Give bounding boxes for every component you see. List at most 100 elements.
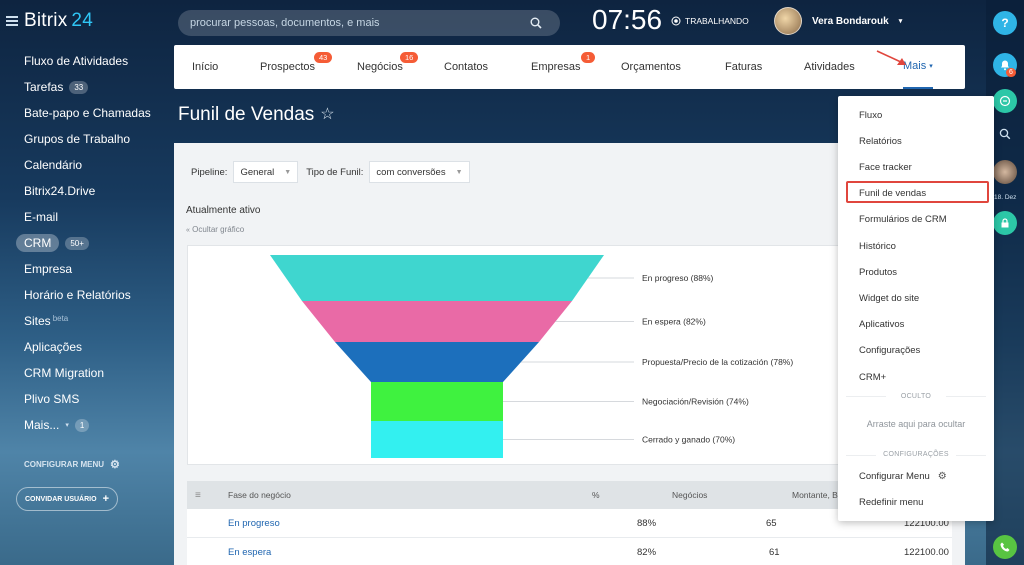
drag-to-hide-zone[interactable]: Arraste aqui para ocultar <box>838 419 994 429</box>
tab-negocios[interactable]: Negócios 16 <box>357 45 419 89</box>
sidebar-item-label: CRM <box>16 234 60 252</box>
sidebar-item-more[interactable]: Mais... ▾ 1 <box>24 412 151 438</box>
record-icon <box>671 16 681 26</box>
configure-menu-item[interactable]: Configurar Menu ⚙ <box>859 471 947 482</box>
tab-atividades[interactable]: Atividades <box>804 45 855 89</box>
sidebar-item-sites[interactable]: Sites beta <box>24 308 151 334</box>
global-search[interactable] <box>178 10 560 36</box>
sidebar-item-label: Calendário <box>24 158 83 172</box>
reset-menu-item[interactable]: Redefinir menu <box>859 497 923 508</box>
header-amount[interactable]: Montante, B <box>792 490 838 500</box>
funnel-stage-4 <box>371 382 503 421</box>
menu-item-sales-funnel[interactable]: Funil de vendas <box>859 188 926 199</box>
sidebar-item-email[interactable]: E-mail <box>24 204 151 230</box>
menu-item-crm-plus[interactable]: CRM+ <box>859 372 886 383</box>
funnel-type-value: com conversões <box>376 166 446 178</box>
tab-label: Orçamentos <box>621 61 681 73</box>
funnel-type-select[interactable]: com conversões ▼ <box>369 161 470 183</box>
more-dropdown-menu: Fluxo Relatórios Face tracker Funil de v… <box>838 96 994 521</box>
sidebar-item-workgroups[interactable]: Grupos de Trabalho <box>24 126 151 152</box>
row-percent: 88% <box>637 517 657 529</box>
tab-label: Prospectos <box>260 61 316 73</box>
menu-item-relatorios[interactable]: Relatórios <box>859 136 902 147</box>
sidebar-item-crm[interactable]: CRM 50+ <box>16 230 151 256</box>
funnel-stage-label: Cerrado y ganado (70%) <box>642 435 735 445</box>
help-icon[interactable]: ? <box>993 11 1017 35</box>
tab-inicio[interactable]: Início <box>192 45 218 89</box>
hamburger-menu-icon[interactable] <box>6 16 18 26</box>
pipeline-label: Pipeline: <box>191 166 228 178</box>
tab-empresas[interactable]: Empresas 1 <box>531 45 596 89</box>
header-stage[interactable]: Fase do negócio <box>228 490 291 500</box>
configure-menu-button[interactable]: CONFIGURAR MENU ⚙ <box>24 458 120 471</box>
menu-item-face-tracker[interactable]: Face tracker <box>859 162 912 173</box>
header-deals[interactable]: Negócios <box>672 490 707 500</box>
invite-user-button[interactable]: CONVIDAR USUÁRIO + <box>16 487 118 511</box>
menu-item-applications[interactable]: Aplicativos <box>859 319 904 330</box>
plus-icon: + <box>102 493 109 505</box>
column-settings-icon[interactable]: ≡ <box>195 490 201 501</box>
menu-item-crm-forms[interactable]: Formulários de CRM <box>859 214 947 225</box>
funnel-stage-5 <box>371 421 503 458</box>
tab-badge: 16 <box>400 52 419 63</box>
avatar <box>774 7 802 35</box>
stage-link[interactable]: En progreso <box>228 518 280 529</box>
clock[interactable]: 07:56 <box>592 4 662 36</box>
settings-section-label: CONFIGURAÇÕES <box>876 451 956 458</box>
sidebar-item-label: CRM Migration <box>24 366 105 380</box>
sidebar-item-tasks[interactable]: Tarefas 33 <box>24 74 151 100</box>
pipeline-select[interactable]: General ▼ <box>233 161 299 183</box>
user-name: Vera Bondarouk <box>812 15 889 27</box>
funnel-stage-1 <box>270 255 604 301</box>
funnel-stage-label: En espera (82%) <box>642 317 706 327</box>
lock-icon[interactable] <box>993 211 1017 235</box>
sidebar-item-time-reports[interactable]: Horário e Relatórios <box>24 282 151 308</box>
brand-logo[interactable]: Bitrix 24 <box>24 10 93 32</box>
funnel-chart-svg: En progreso (88%) En espera (82%) Propuest… <box>270 255 793 458</box>
tasks-count-badge: 33 <box>69 80 89 94</box>
star-icon[interactable]: ☆ <box>320 104 334 126</box>
brand-name: Bitrix <box>24 10 68 31</box>
tab-label: Contatos <box>444 61 489 73</box>
sidebar-item-plivo-sms[interactable]: Plivo SMS <box>24 386 151 412</box>
page-title-text: Funil de Vendas <box>178 104 315 125</box>
search-icon[interactable] <box>993 122 1017 146</box>
left-sidebar: Bitrix 24 Fluxo de Atividades Tarefas 33 B… <box>0 0 160 565</box>
contact-avatar[interactable] <box>993 160 1017 184</box>
user-menu[interactable]: Vera Bondarouk ▾ <box>774 7 902 35</box>
funnel-stage-2 <box>302 301 572 342</box>
tab-prospectos[interactable]: Prospectos 43 <box>260 45 333 89</box>
work-status[interactable]: TRABALHANDO <box>671 16 749 26</box>
search-icon[interactable] <box>530 17 542 29</box>
sidebar-item-activity-stream[interactable]: Fluxo de Atividades <box>24 48 151 74</box>
sidebar-item-applications[interactable]: Aplicações <box>24 334 151 360</box>
table-row: En espera 82% 61 122100.00 <box>187 538 952 565</box>
phone-icon[interactable] <box>993 535 1017 559</box>
tab-contatos[interactable]: Contatos <box>444 45 488 89</box>
menu-item-history[interactable]: Histórico <box>859 241 896 252</box>
funnel-stage-label: Propuesta/Precio de la cotización (78%) <box>642 357 793 367</box>
menu-item-site-widget[interactable]: Widget do site <box>859 293 919 304</box>
sidebar-item-calendar[interactable]: Calendário <box>24 152 151 178</box>
tab-faturas[interactable]: Faturas <box>725 45 762 89</box>
sidebar-item-drive[interactable]: Bitrix24.Drive <box>24 178 151 204</box>
menu-item-products[interactable]: Produtos <box>859 267 897 278</box>
sidebar-item-label: Plivo SMS <box>24 392 80 406</box>
menu-item-fluxo[interactable]: Fluxo <box>859 110 882 121</box>
menu-item-settings[interactable]: Configurações <box>859 345 920 356</box>
stage-link[interactable]: En espera <box>228 547 271 558</box>
configure-menu-item-label: Configurar Menu <box>859 471 930 482</box>
chat-icon[interactable] <box>993 89 1017 113</box>
more-count-badge: 1 <box>74 418 90 432</box>
tab-orcamentos[interactable]: Orçamentos <box>621 45 681 89</box>
search-input[interactable] <box>190 17 530 29</box>
sidebar-item-company[interactable]: Empresa <box>24 256 151 282</box>
hide-chart-link[interactable]: « Ocultar gráfico <box>186 225 244 234</box>
sidebar-item-label: Grupos de Trabalho <box>24 132 131 146</box>
sidebar-item-label: Bitrix24.Drive <box>24 184 96 198</box>
work-status-label: TRABALHANDO <box>685 16 749 26</box>
sidebar-item-crm-migration[interactable]: CRM Migration <box>24 360 151 386</box>
sidebar-item-chat[interactable]: Bate-papo e Chamadas <box>24 100 151 126</box>
tab-label: Empresas <box>531 61 581 73</box>
header-percent[interactable]: % <box>592 490 600 500</box>
